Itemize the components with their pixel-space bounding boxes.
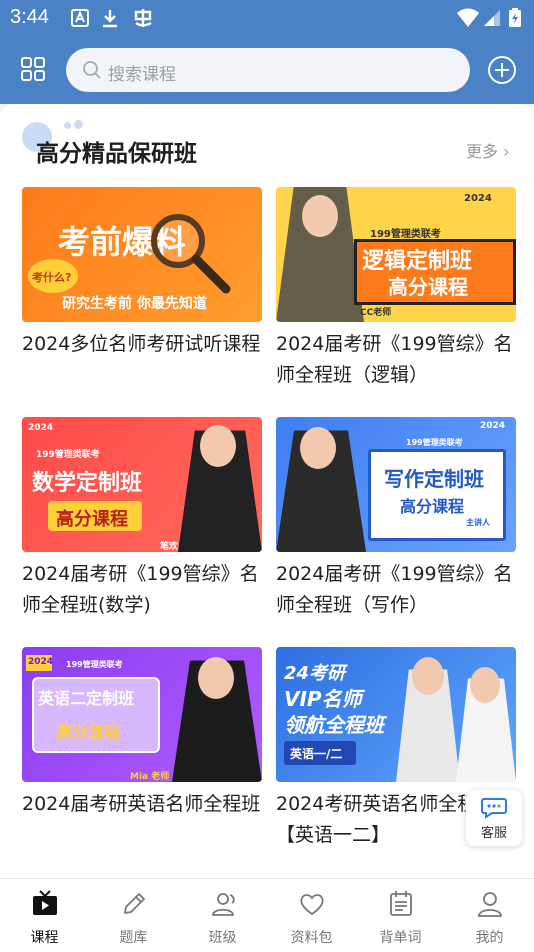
add-icon[interactable] — [486, 54, 518, 86]
status-time: 3:44 — [10, 6, 49, 28]
thumb-subject: 199管理类联考 — [66, 660, 123, 669]
thumb-headline: 数学定制班 — [32, 471, 143, 496]
download-icon — [103, 10, 117, 28]
thumb-subtitle: 高分课程 — [388, 275, 468, 299]
status-bar: 3:44 — [0, 0, 534, 36]
thumb-tag: 英语一/二 — [290, 747, 343, 761]
teacher-photo-face — [198, 657, 234, 699]
tab-label: 我的 — [475, 930, 504, 946]
thumb-subtitle: 高分课程 — [400, 497, 465, 516]
section-title: 高分精品保研班 — [36, 141, 197, 167]
thumb-headline: 英语二定制班 — [38, 689, 135, 708]
thumb-subject: 199管理类联考 — [370, 229, 441, 240]
search-placeholder: 搜索课程 — [108, 65, 176, 85]
teacher-photo-face — [470, 667, 500, 703]
bottom-tab-bar: 课程 题库 班级 资料包 背单词 我的 — [0, 878, 534, 952]
keyboard-icon — [71, 9, 89, 27]
thumb-subline: VIP名师 — [284, 687, 362, 711]
pencil-icon — [124, 893, 145, 914]
thumb-subject: 199管理类联考 — [36, 450, 100, 460]
course-thumbnail: 2024 199管理类联考 逻辑定制班 高分课程 CC老师 — [276, 187, 516, 322]
teacher-photo-face — [412, 657, 444, 695]
grid-menu-icon[interactable] — [18, 54, 48, 84]
tab-label: 题库 — [119, 930, 148, 946]
people-icon — [212, 893, 235, 916]
thumb-year-tag: 2024 — [28, 657, 54, 667]
play-icon — [33, 890, 57, 915]
search-icon — [83, 61, 101, 79]
course-card[interactable]: 2024 199管理类联考 写作定制班 高分课程 主讲人 2024届考研《199… — [276, 417, 516, 627]
top-bar: 搜索课程 — [0, 44, 534, 96]
title-decoration-dot — [74, 120, 83, 129]
thumb-headline: 24考研 — [284, 663, 346, 684]
tab-label: 资料包 — [290, 930, 333, 946]
user-icon — [478, 892, 502, 917]
thumb-teacher: CC老师 — [360, 308, 392, 318]
course-title: 2024届考研英语名师全程班 — [22, 793, 261, 815]
customer-service-label: 客服 — [480, 826, 507, 841]
course-thumbnail: 2024 199管理类联考 写作定制班 高分课程 主讲人 — [276, 417, 516, 552]
thumb-teacher: Mia 老师 — [130, 772, 170, 782]
magnifier-graphic — [151, 214, 231, 294]
course-card[interactable]: 2024 199管理类联考 英语二定制班 高分课程 Mia 老师 2024届考研… — [22, 647, 262, 857]
tab-materials[interactable]: 资料包 — [267, 879, 356, 952]
course-card[interactable]: 考前爆料 考什么? 研究生考前 你最先知道 2024多位名师考研试听课程 — [22, 187, 262, 397]
thumb-year-tag: 2024 — [480, 421, 506, 431]
wifi-icon — [457, 8, 479, 27]
course-title: 2024届考研《199管综》名师全程班（逻辑） — [276, 333, 513, 386]
tab-mine[interactable]: 我的 — [445, 879, 534, 952]
signal-icon — [484, 10, 500, 26]
battery-icon — [509, 8, 521, 27]
course-thumbnail: 24考研 VIP名师 领航全程班 英语一/二 — [276, 647, 516, 782]
header: 3:44 搜索课程 — [0, 0, 534, 104]
thumb-year-tag: 2024 — [28, 423, 54, 433]
course-card[interactable]: 2024 199管理类联考 逻辑定制班 高分课程 CC老师 2024届考研《19… — [276, 187, 516, 397]
calendar-icon — [390, 891, 412, 916]
heart-icon — [300, 894, 324, 916]
bug-icon — [134, 9, 152, 27]
course-card[interactable]: 2024 199管理类联考 数学定制班 高分课程 笔欢 2024届考研《199管… — [22, 417, 262, 627]
thumb-subtitle: 研究生考前 你最先知道 — [62, 296, 207, 312]
tab-course[interactable]: 课程 — [0, 879, 89, 952]
thumb-headline: 写作定制班 — [384, 467, 484, 491]
teacher-photo-face — [302, 195, 338, 237]
tab-question-bank[interactable]: 题库 — [89, 879, 178, 952]
customer-service-button[interactable]: 客服 — [466, 790, 522, 846]
thumb-year-tag: 2024 — [464, 193, 492, 204]
thumb-subtitle: 高分课程 — [56, 509, 128, 530]
thumb-teacher: 笔欢 — [160, 542, 179, 552]
course-thumbnail: 考前爆料 考什么? 研究生考前 你最先知道 — [22, 187, 262, 322]
teacher-photo-face — [300, 427, 336, 469]
course-title: 2024届考研《199管综》名师全程班（写作） — [276, 563, 513, 616]
thumb-bubble-text: 考什么? — [32, 271, 72, 284]
thumb-subject: 199管理类联考 — [406, 438, 463, 447]
course-title: 2024届考研《199管综》名师全程班(数学) — [22, 563, 259, 616]
thumb-teacher: 主讲人 — [466, 518, 490, 527]
more-link[interactable]: 更多 › — [466, 138, 510, 162]
thumb-subtitle: 高分课程 — [56, 723, 121, 742]
thumb-subtitle: 领航全程班 — [284, 713, 384, 737]
course-thumbnail: 2024 199管理类联考 数学定制班 高分课程 笔欢 — [22, 417, 262, 552]
tab-class[interactable]: 班级 — [178, 879, 267, 952]
tab-label: 背单词 — [379, 930, 422, 946]
teacher-photo-face — [200, 425, 236, 467]
tab-label: 班级 — [208, 930, 237, 946]
course-section: 高分精品保研班 更多 › 考前爆料 考什么? 研究生考前 你最先知道 2024多… — [0, 104, 534, 878]
search-input[interactable]: 搜索课程 — [66, 48, 470, 92]
tab-vocabulary[interactable]: 背单词 — [356, 879, 445, 952]
tab-label: 课程 — [30, 930, 59, 946]
course-title: 2024多位名师考研试听课程 — [22, 333, 261, 355]
chat-icon — [481, 798, 507, 819]
title-decoration-dot — [64, 122, 71, 129]
course-thumbnail: 2024 199管理类联考 英语二定制班 高分课程 Mia 老师 — [22, 647, 262, 782]
